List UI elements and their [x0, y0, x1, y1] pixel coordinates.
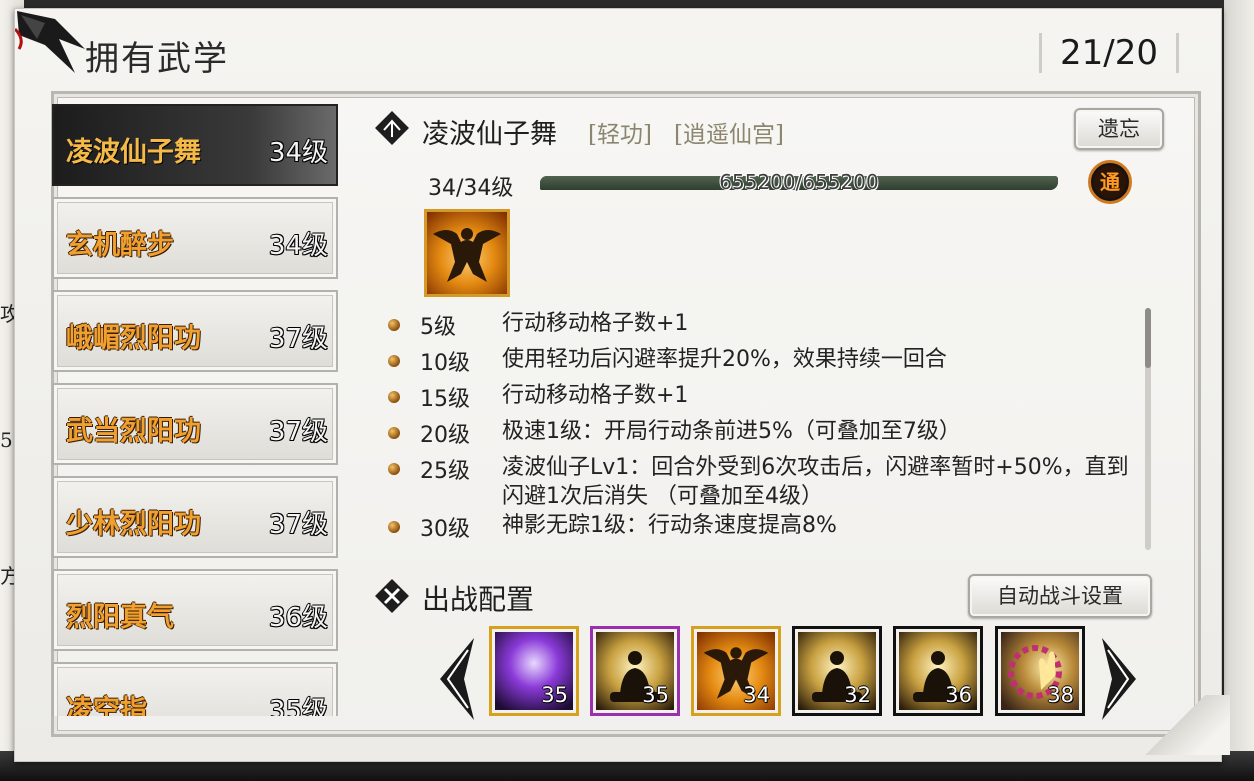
skill-count: 21/20 [1039, 33, 1179, 73]
skill-list-item[interactable]: 凌空指 35级 [52, 662, 338, 716]
effect-level: 30级 [420, 517, 470, 542]
bullet-icon [388, 427, 400, 439]
skill-list-item[interactable]: 峨嵋烈阳功 37级 [52, 290, 338, 372]
forget-button[interactable]: 遗忘 [1074, 108, 1164, 150]
skill-list[interactable]: 凌波仙子舞 34级 玄机醉步 34级 峨嵋烈阳功 37级 武当烈阳功 37级 少… [52, 104, 342, 716]
bullet-icon [388, 355, 400, 367]
effect-row: 20级 极速1级：开局行动条前进5%（可叠加至7级） [384, 417, 1144, 453]
skill-sect-tag: [逍遥仙宫] [674, 122, 784, 148]
bullet-icon [388, 391, 400, 403]
crossed-swords-icon [375, 579, 409, 613]
skill-detail-name: 凌波仙子舞 [422, 119, 557, 150]
bullet-icon [388, 521, 400, 533]
effect-text: 使用轻功后闪避率提升20%，效果持续一回合 [502, 347, 947, 372]
effect-row: 15级 行动移动格子数+1 [384, 381, 1144, 417]
effect-level: 5级 [420, 315, 456, 340]
effect-level: 10级 [420, 351, 470, 376]
slot-level: 38 [1047, 683, 1074, 707]
skill-type-tag: [轻功] [588, 122, 652, 148]
battle-slot[interactable]: 32 [792, 626, 882, 716]
skill-level: 37级 [268, 417, 328, 447]
mastery-badge[interactable]: 通 [1088, 160, 1132, 204]
effect-row: 10级 使用轻功后闪避率提升20%，效果持续一回合 [384, 345, 1144, 381]
skill-level: 37级 [268, 324, 328, 354]
brush-corner-icon [15, 11, 85, 73]
page-title: 拥有武学 [85, 39, 229, 79]
battle-slot[interactable]: 38 [995, 626, 1085, 716]
chevron-left-icon[interactable] [434, 636, 478, 722]
battle-slot[interactable]: 35 [590, 626, 680, 716]
effect-row: 25级 凌波仙子Lv1：回合外受到6次攻击后，闪避率暂时+50%，直到闪避1次后… [384, 453, 1144, 511]
skill-level-progress: 34/34级 [428, 176, 514, 201]
diamond-emblem-icon [375, 111, 409, 145]
skill-level: 36级 [268, 603, 328, 633]
skill-level: 35级 [268, 696, 328, 716]
skill-level: 37级 [268, 510, 328, 540]
bullet-icon [388, 463, 400, 475]
skill-list-item[interactable]: 凌波仙子舞 34级 [52, 104, 338, 186]
skill-icon [424, 209, 510, 297]
slot-level: 32 [844, 683, 871, 707]
xp-text: 655200/655200 [719, 170, 879, 194]
skill-name: 峨嵋烈阳功 [66, 323, 201, 354]
auto-battle-settings-button[interactable]: 自动战斗设置 [968, 574, 1152, 618]
skill-name: 凌波仙子舞 [66, 137, 201, 168]
slot-level: 34 [743, 683, 770, 707]
skill-level: 34级 [268, 231, 328, 261]
battle-slot[interactable]: 36 [893, 626, 983, 716]
effect-row: 30级 神影无踪1级：行动条速度提高8% [384, 511, 1144, 547]
skill-list-item[interactable]: 武当烈阳功 37级 [52, 383, 338, 465]
page-curl [1120, 695, 1230, 755]
skill-name: 武当烈阳功 [66, 416, 201, 447]
skill-name: 玄机醉步 [66, 230, 174, 261]
skill-list-item[interactable]: 烈阳真气 36级 [52, 569, 338, 651]
scrollbar-thumb[interactable] [1145, 308, 1151, 368]
skill-level: 34级 [268, 138, 328, 168]
battle-slot[interactable]: 35 [489, 626, 579, 716]
effect-row: 5级 行动移动格子数+1 [384, 309, 1144, 345]
bullet-icon [388, 319, 400, 331]
effect-scrollbar[interactable] [1145, 308, 1151, 550]
battle-slot[interactable]: 34 [691, 626, 781, 716]
effect-level: 15级 [420, 387, 470, 412]
background-right [1224, 0, 1254, 781]
effect-text: 神影无踪1级：行动条速度提高8% [502, 513, 837, 538]
effect-text: 极速1级：开局行动条前进5%（可叠加至7级） [502, 419, 961, 444]
skill-name: 烈阳真气 [66, 602, 174, 633]
effect-text: 凌波仙子Lv1：回合外受到6次攻击后，闪避率暂时+50%，直到闪避1次后消失 （… [502, 455, 1129, 509]
skill-name: 少林烈阳功 [66, 509, 201, 540]
effect-text: 行动移动格子数+1 [502, 311, 689, 336]
skill-list-item[interactable]: 玄机醉步 34级 [52, 197, 338, 279]
slot-level: 36 [945, 683, 972, 707]
edge-text: 5 [0, 428, 13, 452]
leaping-figure-icon [433, 228, 501, 282]
effect-text: 行动移动格子数+1 [502, 383, 689, 408]
effect-level: 25级 [420, 459, 470, 484]
slot-level: 35 [541, 683, 568, 707]
battle-config-title: 出战配置 [422, 583, 535, 616]
skill-name: 凌空指 [66, 695, 147, 716]
skill-list-item[interactable]: 少林烈阳功 37级 [52, 476, 338, 558]
effect-list[interactable]: 5级 行动移动格子数+1 10级 使用轻功后闪避率提升20%，效果持续一回合 1… [384, 309, 1144, 551]
slot-level: 35 [642, 683, 669, 707]
effect-level: 20级 [420, 423, 470, 448]
